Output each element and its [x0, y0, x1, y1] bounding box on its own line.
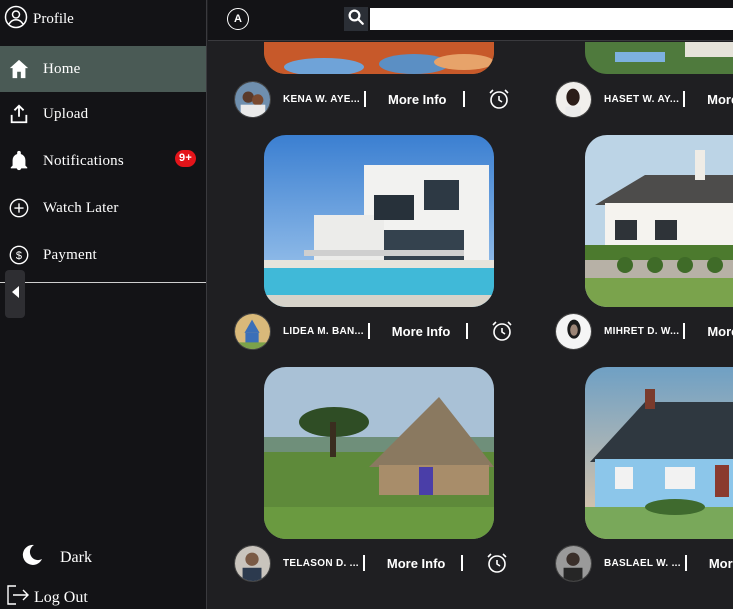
top-bar: A — [208, 0, 733, 41]
more-info-link[interactable]: More Info — [707, 324, 733, 339]
dollar-circle-icon: $ — [8, 244, 30, 266]
sidebar-item-payment[interactable]: $ Payment — [0, 232, 206, 278]
property-feed: KENA W. AYE... More Info HASET W. AY... … — [208, 42, 733, 609]
logo-text: A — [234, 13, 242, 25]
alarm-clock-icon — [488, 89, 509, 109]
avatar[interactable] — [555, 80, 592, 118]
white-cottage-image — [585, 135, 733, 307]
watch-later-button[interactable] — [487, 87, 511, 111]
property-thumbnail[interactable] — [585, 135, 733, 307]
separator — [684, 555, 687, 571]
sidebar-item-label: Watch Later — [43, 199, 119, 216]
avatar[interactable] — [555, 312, 592, 350]
avatar[interactable] — [555, 544, 592, 582]
profile-label: Profile — [33, 10, 74, 27]
profile-link[interactable]: Profile — [4, 5, 74, 34]
owner-name[interactable]: MIHRET D. W... — [604, 326, 679, 337]
more-info-link[interactable]: More Info — [392, 324, 451, 339]
card-meta: HASET W. AY... More Info — [555, 79, 733, 119]
bell-icon — [8, 150, 30, 172]
user-circle-icon — [4, 5, 28, 34]
logout-label: Log Out — [34, 588, 88, 606]
svg-text:$: $ — [16, 250, 22, 262]
owner-name[interactable]: BASLAEL W. ... — [604, 558, 681, 569]
separator — [466, 323, 469, 339]
property-thumbnail[interactable] — [264, 42, 494, 74]
sidebar-item-home[interactable]: Home — [0, 46, 206, 92]
more-info-link[interactable]: More Info — [707, 92, 733, 107]
sidebar-item-watch-later[interactable]: Watch Later — [0, 185, 206, 231]
thatched-hut-image — [264, 367, 494, 539]
logout-button[interactable]: Log Out — [6, 584, 88, 609]
more-info-link[interactable]: More Info — [387, 556, 446, 571]
avatar[interactable] — [234, 80, 271, 118]
separator — [683, 323, 686, 339]
search-button[interactable] — [344, 7, 368, 31]
property-thumbnail[interactable] — [264, 367, 494, 539]
home-icon — [8, 58, 30, 80]
card-meta: BASLAEL W. ... More Info — [555, 543, 733, 583]
watch-later-button[interactable] — [485, 551, 509, 575]
notification-badge: 9+ — [175, 150, 196, 167]
sidebar-divider — [0, 282, 206, 283]
theme-toggle[interactable]: Dark — [20, 543, 92, 572]
more-info-link[interactable]: More Info — [388, 92, 447, 107]
card-meta: TELASON D. ... More Info — [234, 543, 509, 583]
separator — [462, 91, 465, 107]
lawn-house-image — [585, 42, 733, 74]
owner-name[interactable]: LIDEA M. BAN... — [283, 326, 364, 337]
separator — [362, 555, 365, 571]
logout-icon — [6, 584, 30, 609]
app-logo[interactable]: A — [227, 8, 249, 30]
sidebar-item-label: Notifications — [43, 152, 124, 169]
garden-house-image — [264, 42, 494, 74]
search-input[interactable] — [370, 8, 733, 30]
owner-name[interactable]: HASET W. AY... — [604, 94, 679, 105]
separator — [683, 91, 686, 107]
search-icon — [347, 8, 365, 31]
property-thumbnail[interactable] — [585, 367, 733, 539]
owner-name[interactable]: KENA W. AYE... — [283, 94, 360, 105]
card-meta: KENA W. AYE... More Info — [234, 79, 511, 119]
avatar[interactable] — [234, 544, 271, 582]
property-thumbnail[interactable] — [585, 42, 733, 74]
modern-villa-image — [264, 135, 494, 307]
collapse-sidebar-button[interactable] — [5, 270, 25, 318]
sidebar-item-label: Upload — [43, 105, 89, 122]
sidebar-item-label: Payment — [43, 246, 97, 263]
blue-house-image — [585, 367, 733, 539]
upload-icon — [8, 103, 30, 125]
card-meta: LIDEA M. BAN... More Info — [234, 311, 514, 351]
moon-icon — [20, 543, 44, 572]
theme-label: Dark — [60, 548, 92, 566]
plus-circle-icon — [8, 197, 30, 219]
sidebar-item-upload[interactable]: Upload — [0, 91, 206, 137]
avatar[interactable] — [234, 312, 271, 350]
card-meta: MIHRET D. W... More Info — [555, 311, 733, 351]
alarm-clock-icon — [492, 321, 512, 341]
separator — [367, 323, 370, 339]
sidebar-item-label: Home — [43, 60, 81, 77]
sidebar-item-notifications[interactable]: Notifications 9+ — [0, 138, 206, 184]
alarm-clock-icon — [487, 553, 507, 573]
more-info-link[interactable]: More Info — [709, 556, 733, 571]
caret-left-icon — [10, 285, 20, 304]
property-thumbnail[interactable] — [264, 135, 494, 307]
sidebar: Profile Home Upload Notifications 9+ Wat… — [0, 0, 207, 609]
watch-later-button[interactable] — [490, 319, 514, 343]
separator — [364, 91, 366, 107]
owner-name[interactable]: TELASON D. ... — [283, 558, 359, 569]
separator — [461, 555, 464, 571]
